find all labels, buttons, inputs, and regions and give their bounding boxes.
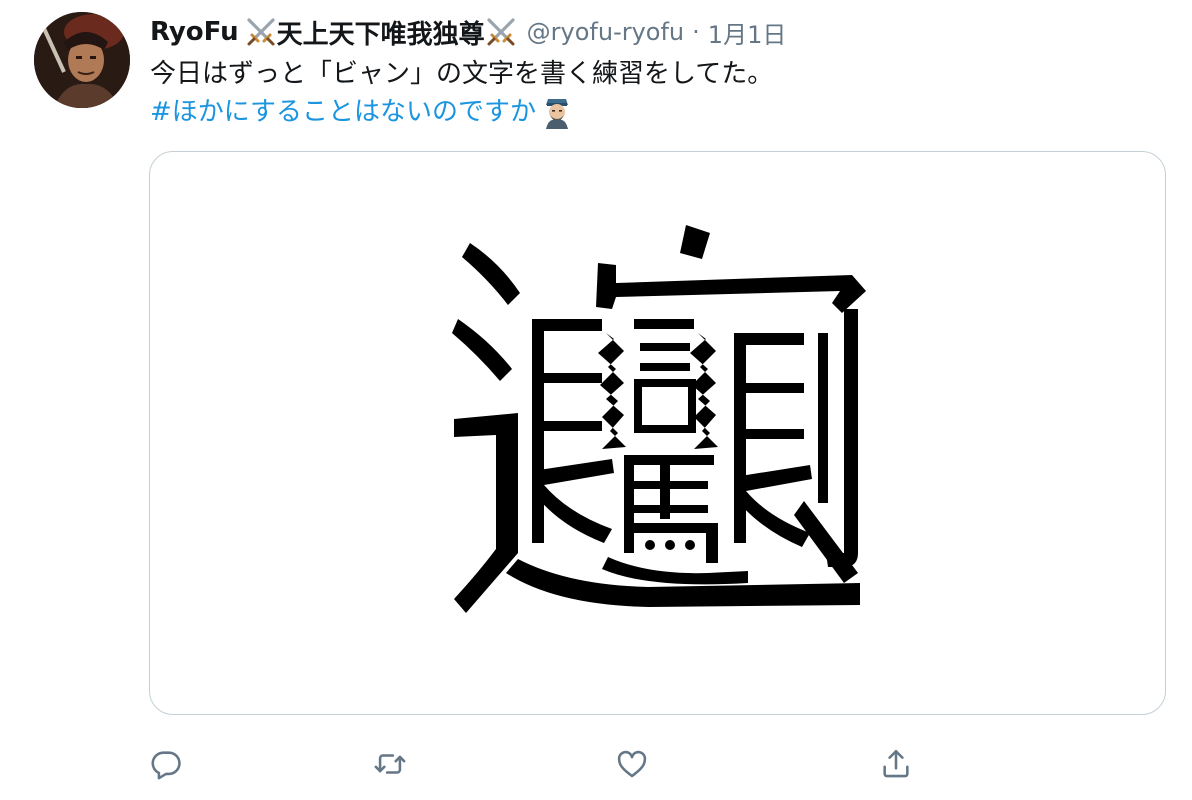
crossed-swords-icon	[485, 16, 517, 48]
like-button[interactable]	[608, 740, 656, 788]
biang-character-image	[150, 152, 1165, 714]
tweet-date[interactable]: 1月1日	[708, 15, 787, 50]
tweet-actions	[150, 740, 1150, 788]
header-separator: ·	[692, 18, 700, 46]
hashtag-link[interactable]: #ほかにすることはないのですか	[150, 94, 536, 130]
crossed-swords-icon	[245, 16, 277, 48]
hashtag-line: #ほかにすることはないのですか	[150, 94, 572, 130]
heart-icon	[617, 750, 647, 778]
media-card[interactable]	[149, 151, 1166, 715]
reply-button[interactable]	[142, 740, 190, 788]
share-icon	[883, 749, 909, 778]
biang-glyph	[451, 225, 866, 613]
share-button[interactable]	[872, 740, 920, 788]
bearded-man-face-icon	[542, 95, 572, 129]
tweet-text: 今日はずっと「ビャン」の文字を書く練習をしてた。	[150, 59, 774, 89]
reply-icon	[151, 751, 181, 780]
display-name-suffix[interactable]: 天上天下唯我独尊	[277, 14, 485, 51]
user-handle[interactable]: @ryofu-ryofu	[527, 18, 685, 46]
display-name[interactable]: RyoFu	[150, 17, 239, 47]
tweet-header: RyoFu 天上天下唯我独尊 @ryofu-ryofu · 1月1日	[150, 14, 786, 50]
avatar[interactable]	[34, 12, 130, 108]
retweet-button[interactable]	[366, 740, 414, 788]
tweet: RyoFu 天上天下唯我独尊 @ryofu-ryofu · 1月1日 今日はずっ…	[0, 0, 1192, 800]
avatar-image	[34, 12, 130, 108]
retweet-icon	[374, 754, 406, 774]
